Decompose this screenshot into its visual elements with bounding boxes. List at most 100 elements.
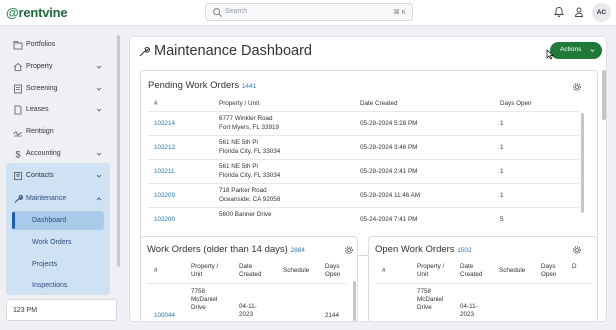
col-header-id[interactable]: # bbox=[382, 267, 386, 275]
col-header-schedule[interactable]: Schedule bbox=[283, 267, 309, 275]
date-created: 05-28-2024 5:28 PM bbox=[360, 120, 418, 127]
chevron-down-icon bbox=[96, 108, 102, 112]
property-address: 5600 Banner Drive bbox=[219, 211, 272, 218]
pending-work-orders-card: Pending Work Orders 1441 # Property / Un… bbox=[140, 70, 598, 256]
dollar-icon: $ bbox=[16, 150, 21, 160]
sidebar-item-maintenance[interactable]: Maintenance bbox=[6, 189, 110, 209]
days-open: 1 bbox=[500, 168, 504, 175]
older-work-orders-card: Work Orders (older than 14 days) 2884 # … bbox=[140, 236, 358, 321]
sidebar-item-property[interactable]: Property bbox=[6, 57, 110, 77]
avatar[interactable]: AC bbox=[592, 3, 611, 22]
date-created: 04-11-2023 bbox=[460, 303, 478, 318]
chevron-down-icon bbox=[590, 49, 595, 52]
days-open: 1 bbox=[500, 192, 504, 199]
older-scrollbar[interactable] bbox=[353, 281, 356, 321]
main-panel: Maintenance Dashboard Actions Pending Wo… bbox=[129, 36, 607, 322]
card-title: Pending Work Orders 1441 bbox=[148, 80, 257, 91]
sidebar-item-screening[interactable]: Screening bbox=[6, 79, 110, 99]
property-address: 561 NE 5th Pl bbox=[219, 163, 258, 170]
sidebar-item-accounting[interactable]: $ Accounting bbox=[6, 144, 110, 164]
gear-icon[interactable] bbox=[572, 245, 582, 255]
top-bar: @rentvine Search ⌘ K AC bbox=[0, 0, 616, 26]
portfolio-icon bbox=[13, 41, 23, 50]
sidebar-sub-inspections[interactable]: Inspections bbox=[12, 276, 104, 295]
col-header-property[interactable]: Property / Unit bbox=[219, 100, 259, 108]
property-address: 7758 McDaniel Drive bbox=[191, 288, 218, 311]
page-title: Maintenance Dashboard bbox=[154, 43, 312, 59]
bell-icon[interactable] bbox=[553, 6, 565, 18]
count-badge[interactable]: 2884 bbox=[290, 247, 304, 254]
date-created: 05-28-2024 11:46 AM bbox=[360, 192, 421, 199]
page-scrollbar[interactable] bbox=[602, 70, 606, 120]
sidebar-item-leases[interactable]: Leases bbox=[6, 100, 110, 120]
wrench-icon bbox=[139, 46, 150, 57]
property-address: 7758 McDaniel Drive bbox=[417, 288, 444, 311]
col-header-days[interactable]: Days Open bbox=[541, 263, 565, 279]
chevron-down-icon bbox=[96, 65, 102, 69]
date-created: 04-11-2023 bbox=[239, 303, 257, 318]
search-shortcut: ⌘ K bbox=[393, 9, 406, 16]
days-open: 2144 bbox=[325, 312, 340, 319]
col-header-property[interactable]: Property / Unit bbox=[191, 263, 231, 279]
sidebar-item-rentsign[interactable]: Rentsign bbox=[6, 122, 110, 142]
col-header-date[interactable]: Date Created bbox=[360, 100, 397, 108]
search-placeholder: Search bbox=[225, 8, 248, 15]
col-header-truncated[interactable]: D bbox=[572, 263, 577, 271]
screening-icon bbox=[14, 84, 22, 94]
work-order-link[interactable]: 103214 bbox=[154, 120, 175, 128]
date-created: 05-28-2024 2:41 PM bbox=[360, 168, 418, 175]
signature-icon bbox=[13, 131, 23, 137]
chevron-down-icon bbox=[96, 87, 102, 91]
property-city: Florida City, FL 33034 bbox=[219, 172, 281, 179]
property-address: 561 NE 5th Pl bbox=[219, 139, 258, 146]
contacts-icon bbox=[14, 172, 22, 180]
card-title: Work Orders (older than 14 days) 2884 bbox=[147, 244, 305, 255]
sidebar-item-portfolios[interactable]: Portfolios bbox=[6, 35, 110, 55]
days-open: 1 bbox=[500, 120, 504, 127]
sidebar-sub-projects[interactable]: Projects bbox=[12, 255, 104, 274]
gear-icon[interactable] bbox=[572, 82, 582, 92]
user-icon[interactable] bbox=[573, 6, 585, 18]
col-header-property[interactable]: Property / Unit bbox=[417, 263, 453, 279]
lease-icon bbox=[14, 105, 22, 115]
count-badge[interactable]: 1502 bbox=[457, 247, 471, 254]
col-header-id[interactable]: # bbox=[154, 100, 158, 108]
work-order-link[interactable]: 100044 bbox=[154, 312, 175, 320]
work-order-link[interactable]: 103212 bbox=[154, 144, 175, 152]
card-title: Open Work Orders 1502 bbox=[375, 244, 472, 255]
col-header-days[interactable]: Days Open bbox=[325, 263, 349, 279]
work-order-link[interactable]: 103209 bbox=[154, 192, 175, 200]
rentvine-logo[interactable]: @rentvine bbox=[6, 5, 68, 20]
col-header-schedule[interactable]: Schedule bbox=[499, 267, 525, 275]
days-open: 1 bbox=[500, 144, 504, 151]
property-city: Fort Myers, FL 33919 bbox=[219, 124, 279, 131]
gear-icon[interactable] bbox=[344, 245, 354, 255]
wrench-icon bbox=[14, 194, 23, 203]
sidebar-item-contacts[interactable]: Contacts bbox=[6, 166, 110, 186]
sidebar-sub-work-orders[interactable]: Work Orders bbox=[12, 233, 104, 252]
property-address: 6777 Winkler Road bbox=[219, 115, 273, 122]
sidebar-sub-dashboard[interactable]: Dashboard bbox=[12, 211, 104, 230]
search-icon bbox=[213, 8, 223, 18]
property-city: Florida City, FL 33034 bbox=[219, 148, 281, 155]
col-header-date[interactable]: Date Created bbox=[460, 263, 492, 279]
work-order-link[interactable]: 103211 bbox=[154, 168, 175, 176]
time-widget[interactable]: 123 PM bbox=[6, 299, 117, 321]
col-header-date[interactable]: Date Created bbox=[239, 263, 273, 279]
search-input[interactable]: Search ⌘ K bbox=[205, 3, 413, 21]
actions-button[interactable]: Actions bbox=[550, 42, 602, 59]
chevron-up-icon bbox=[96, 197, 102, 201]
property-address: 718 Parker Road bbox=[219, 187, 267, 194]
open-work-orders-card: Open Work Orders 1502 # Property / Unit … bbox=[368, 236, 598, 321]
col-header-id[interactable]: # bbox=[154, 267, 158, 275]
property-city: Oceanside, CA 92058 bbox=[219, 196, 281, 203]
pending-scrollbar[interactable] bbox=[581, 113, 584, 213]
col-header-days[interactable]: Days Open bbox=[500, 100, 532, 108]
mouse-cursor-icon bbox=[546, 49, 554, 60]
date-created: 05-28-2024 3:46 PM bbox=[360, 144, 418, 151]
chevron-down-icon bbox=[96, 174, 102, 178]
sidebar-scrollbar[interactable] bbox=[117, 35, 120, 267]
count-badge[interactable]: 1441 bbox=[242, 83, 256, 90]
svg-text:$: $ bbox=[16, 150, 21, 160]
chevron-down-icon bbox=[96, 152, 102, 156]
